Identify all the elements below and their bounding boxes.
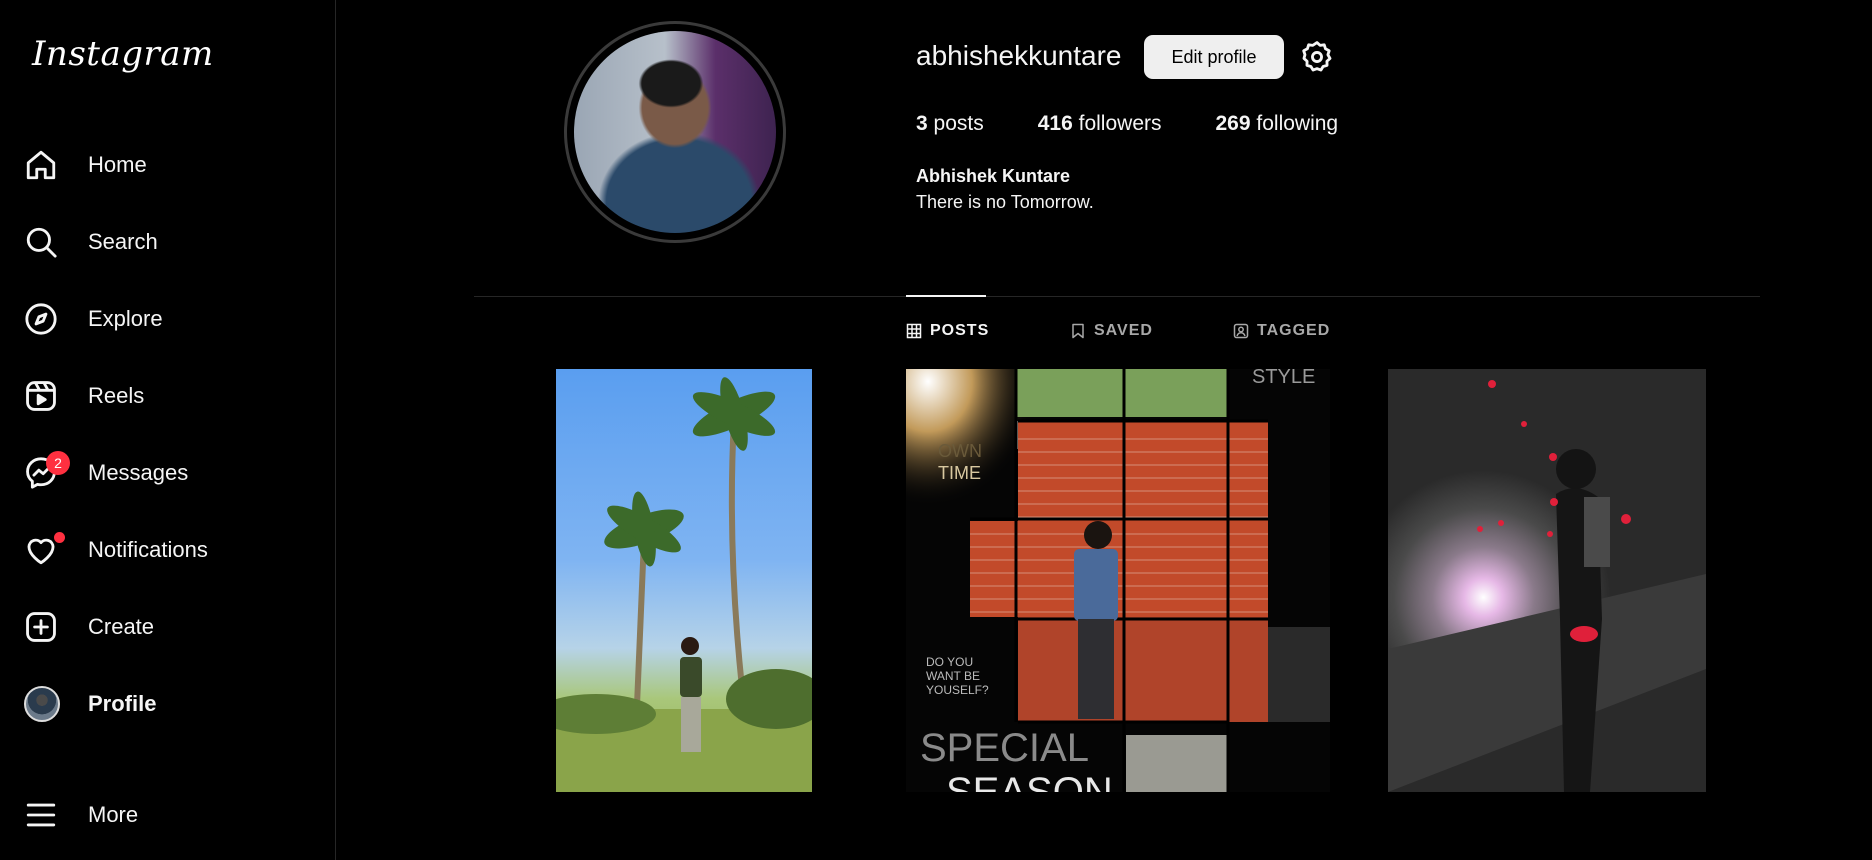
- tab-saved-label: SAVED: [1094, 322, 1153, 339]
- profile-avatar[interactable]: [564, 21, 786, 243]
- nav-profile-label: Profile: [88, 691, 157, 716]
- grid-icon: [906, 323, 922, 339]
- post-2-text-own: OWN: [938, 441, 982, 461]
- profile-photo: [574, 31, 776, 233]
- post-2-text-style: STYLE: [1252, 369, 1315, 388]
- menu-icon: [24, 797, 74, 833]
- nav-messages[interactable]: 2 Messages: [24, 445, 314, 501]
- nav-explore-label: Explore: [88, 306, 163, 331]
- search-icon: [24, 224, 74, 260]
- nav-more-label: More: [88, 802, 139, 827]
- post-2-text-do-you: DO YOU: [926, 655, 973, 669]
- bookmark-icon: [1072, 323, 1084, 339]
- posts-count: 3: [916, 112, 928, 135]
- tab-posts[interactable]: POSTS: [906, 322, 989, 340]
- nav-more[interactable]: More: [24, 787, 314, 843]
- sidebar: Instagram Home Search Explore Reels 2 Me…: [0, 0, 336, 860]
- nav-reels[interactable]: Reels: [24, 368, 314, 424]
- following-count: 269: [1215, 112, 1251, 135]
- reels-icon: [24, 378, 74, 414]
- gear-icon[interactable]: [1300, 40, 1334, 74]
- post-2-text-special: SPECIAL: [920, 726, 1089, 770]
- post-1-image: [556, 377, 812, 792]
- posts-label: posts: [933, 112, 984, 135]
- nav-messages-label: Messages: [88, 460, 189, 485]
- notification-dot: [54, 532, 65, 543]
- post-2-text-season: SEASON: [946, 770, 1113, 792]
- home-icon: [24, 147, 74, 183]
- followers-stat[interactable]: 416 followers: [1038, 112, 1162, 136]
- tab-posts-label: POSTS: [930, 322, 990, 339]
- profile-username: abhishekkuntare: [916, 40, 1122, 71]
- followers-label: followers: [1078, 112, 1162, 135]
- post-thumbnail-2[interactable]: STYLE OWN TIME DO YOU WANT BE YOUSELF? S…: [906, 369, 1330, 792]
- tabs-divider: [474, 296, 1760, 297]
- profile-full-name: Abhishek Kuntare: [916, 166, 1071, 186]
- nav-search[interactable]: Search: [24, 214, 314, 270]
- followers-count: 416: [1037, 112, 1073, 135]
- nav-profile[interactable]: Profile: [24, 676, 314, 732]
- profile-bio: There is no Tomorrow.: [916, 192, 1094, 212]
- messenger-icon: 2: [24, 451, 74, 491]
- heart-icon: [24, 532, 74, 568]
- post-thumbnail-3[interactable]: [1388, 369, 1706, 792]
- post-2-image: STYLE OWN TIME DO YOU WANT BE YOUSELF? S…: [906, 369, 1330, 792]
- following-label: following: [1256, 112, 1339, 135]
- nav-notifications[interactable]: Notifications: [24, 522, 314, 578]
- edit-profile-button[interactable]: Edit profile: [1144, 35, 1284, 79]
- post-2-text-time: TIME: [938, 463, 981, 483]
- post-2-text-want-be: WANT BE: [926, 669, 980, 683]
- messages-badge: 2: [46, 451, 70, 475]
- nav-home-label: Home: [88, 152, 147, 177]
- nav-create[interactable]: Create: [24, 599, 314, 655]
- tab-tagged[interactable]: TAGGED: [1233, 322, 1330, 340]
- following-stat[interactable]: 269 following: [1216, 112, 1339, 136]
- nav-explore[interactable]: Explore: [24, 291, 314, 347]
- avatar: [24, 686, 60, 722]
- post-2-text-yourself: YOUSELF?: [926, 683, 989, 697]
- active-tab-indicator: [906, 295, 986, 297]
- profile-stats: 3 posts 416 followers 269 following: [916, 112, 1392, 136]
- posts-stat: 3 posts: [916, 112, 984, 136]
- post-3-image: [1388, 380, 1706, 792]
- nav-notifications-label: Notifications: [88, 537, 208, 562]
- plus-square-icon: [24, 609, 74, 645]
- tag-user-icon: [1233, 323, 1249, 339]
- tab-saved[interactable]: SAVED: [1070, 322, 1153, 340]
- nav-create-label: Create: [88, 614, 155, 639]
- compass-icon: [24, 301, 74, 337]
- profile-avatar-wrap: [24, 686, 74, 722]
- post-thumbnail-1[interactable]: [556, 369, 812, 792]
- nav-search-label: Search: [88, 229, 158, 254]
- tab-tagged-label: TAGGED: [1257, 322, 1331, 339]
- nav-home[interactable]: Home: [24, 137, 314, 193]
- instagram-logo[interactable]: Instagram: [32, 34, 214, 74]
- nav-reels-label: Reels: [88, 383, 145, 408]
